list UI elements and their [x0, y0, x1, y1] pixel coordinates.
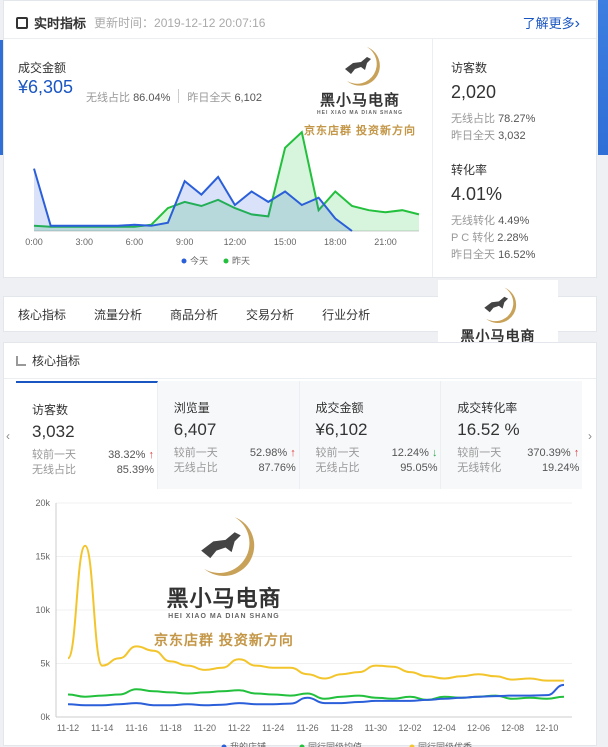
tab-transactions[interactable]: 交易分析 [246, 306, 294, 323]
watermark-3: 黑小马电商 HEI XIAO MA DIAN SHANG 京东店群 投资新方向 [154, 511, 294, 650]
conversion-pc: P C 转化 2.28% [451, 230, 596, 247]
conversion-yesterday: 昨日全天 16.52% [451, 247, 596, 264]
realtime-side-pane: 访客数 2,020 无线占比 78.27% 昨日全天 3,032 转化率 4.0… [432, 39, 596, 277]
x-tick-label: 3:00 [75, 237, 93, 247]
trend-chart: 0k 5k 10k 15k 20k 11-12 11-14 11-16 11-18 11-20 11… [16, 491, 582, 747]
x-tick-label: 12-10 [535, 723, 558, 733]
conversion-wireless: 无线转化 4.49% [451, 213, 596, 230]
conversion-value: 4.01% [451, 184, 596, 205]
metric-card-conversion[interactable]: 成交转化率 16.52 % 较前一天370.39% ↑ 无线转化19.24% [441, 381, 582, 489]
x-tick-label: 6:00 [126, 237, 144, 247]
metric-card-visitors[interactable]: 访客数 3,032 较前一天38.32% ↑ 无线占比85.39% [16, 381, 158, 489]
x-tick-label: 11-18 [159, 723, 181, 733]
tab-industry[interactable]: 行业分析 [322, 306, 370, 323]
y-tick-label: 20k [35, 498, 50, 508]
x-tick-label: 11-22 [228, 723, 250, 733]
x-tick-label: 11-16 [125, 723, 147, 733]
x-tick-label: 21:00 [374, 237, 397, 247]
realtime-gmv-pane: 成交金额 ¥6,305 无线占比 86.04% 昨日全天 6,102 黑小马电商… [4, 39, 431, 277]
x-tick-label: 12-08 [501, 723, 524, 733]
legend-label: 我的店铺 [230, 741, 266, 747]
visitors-wireless: 无线占比 78.27% [451, 111, 596, 128]
metric-card-gmv[interactable]: 成交金额 ¥6,102 较前一天12.24% ↓ 无线占比95.05% [300, 381, 442, 489]
realtime-panel: 实时指标 更新时间：2019-12-12 20:07:16 了解更多› 成交金额… [3, 0, 597, 278]
x-tick-label: 11-12 [57, 723, 79, 733]
core-metrics-panel: 核心指标 ‹ › 访客数 3,032 较前一天38.32% ↑ 无线占比85.3… [3, 342, 597, 746]
trend-up-icon: ↑ [290, 447, 296, 459]
metric-card-pageviews[interactable]: 浏览量 6,407 较前一天52.98% ↑ 无线占比87.76% [158, 381, 300, 489]
x-tick-label: 12-02 [399, 723, 422, 733]
core-metrics-header: 核心指标 [4, 343, 596, 379]
y-tick-label: 5k [40, 659, 50, 669]
learn-more-link[interactable]: 了解更多› [523, 13, 580, 33]
trend-up-icon: ↑ [574, 447, 580, 459]
trend-up-icon: ↑ [149, 449, 155, 461]
realtime-icon [16, 17, 28, 29]
y-tick-label: 10k [35, 605, 50, 615]
bar-chart-icon [16, 356, 26, 366]
x-tick-label: 12-06 [467, 723, 490, 733]
gmv-value: ¥6,305 [18, 77, 73, 98]
x-tick-label: 9:00 [176, 237, 194, 247]
legend-label: 同行同级优秀 [418, 741, 472, 747]
trend-down-icon: ↓ [432, 447, 438, 459]
y-tick-label: 0k [40, 712, 50, 722]
conversion-label: 转化率 [451, 161, 596, 178]
visitors-value: 2,020 [451, 82, 596, 103]
gmv-label: 成交金额 [18, 59, 66, 76]
x-tick-label: 0:00 [25, 237, 43, 247]
chevron-right-icon: › [575, 15, 580, 32]
x-tick-label: 11-30 [365, 723, 387, 733]
legend-label: 昨天 [232, 255, 250, 266]
realtime-chart: 0:00 3:00 6:00 9:00 12:00 15:00 18:00 21:00 今天 昨天 [4, 117, 431, 277]
tab-traffic[interactable]: 流量分析 [94, 306, 142, 323]
x-tick-label: 12-04 [433, 723, 456, 733]
realtime-title: 实时指标 [16, 13, 86, 32]
x-tick-label: 15:00 [274, 237, 297, 247]
y-tick-label: 15k [35, 552, 50, 562]
logo-horse-icon [337, 43, 383, 89]
logo-horse-icon [477, 284, 519, 326]
legend-marker [182, 259, 187, 264]
logo-horse-icon [189, 511, 259, 581]
x-tick-label: 12:00 [224, 237, 247, 247]
x-tick-label: 11-24 [262, 723, 284, 733]
update-time: 更新时间：2019-12-12 20:07:16 [94, 14, 265, 31]
visitors-yesterday: 昨日全天 3,032 [451, 128, 596, 145]
x-tick-label: 11-26 [296, 723, 318, 733]
right-accent-bar [598, 0, 608, 155]
tab-products[interactable]: 商品分析 [170, 306, 218, 323]
next-arrow-icon[interactable]: › [588, 429, 592, 443]
x-tick-label: 18:00 [324, 237, 347, 247]
x-tick-label: 11-28 [330, 723, 352, 733]
legend-label: 今天 [190, 255, 208, 266]
metric-cards: 访客数 3,032 较前一天38.32% ↑ 无线占比85.39% 浏览量 6,… [16, 381, 582, 489]
gmv-subs: 无线占比 86.04% 昨日全天 6,102 [86, 89, 262, 105]
series-line-1 [68, 689, 564, 700]
series-line-2 [68, 546, 564, 681]
x-tick-label: 11-20 [194, 723, 216, 733]
legend-marker [224, 259, 229, 264]
prev-arrow-icon[interactable]: ‹ [6, 429, 10, 443]
x-tick-label: 11-14 [91, 723, 113, 733]
legend-label: 同行同级均值 [308, 741, 362, 747]
realtime-header: 实时指标 更新时间：2019-12-12 20:07:16 了解更多› [4, 1, 596, 39]
tab-core-metrics[interactable]: 核心指标 [18, 306, 66, 323]
visitors-label: 访客数 [451, 59, 596, 76]
